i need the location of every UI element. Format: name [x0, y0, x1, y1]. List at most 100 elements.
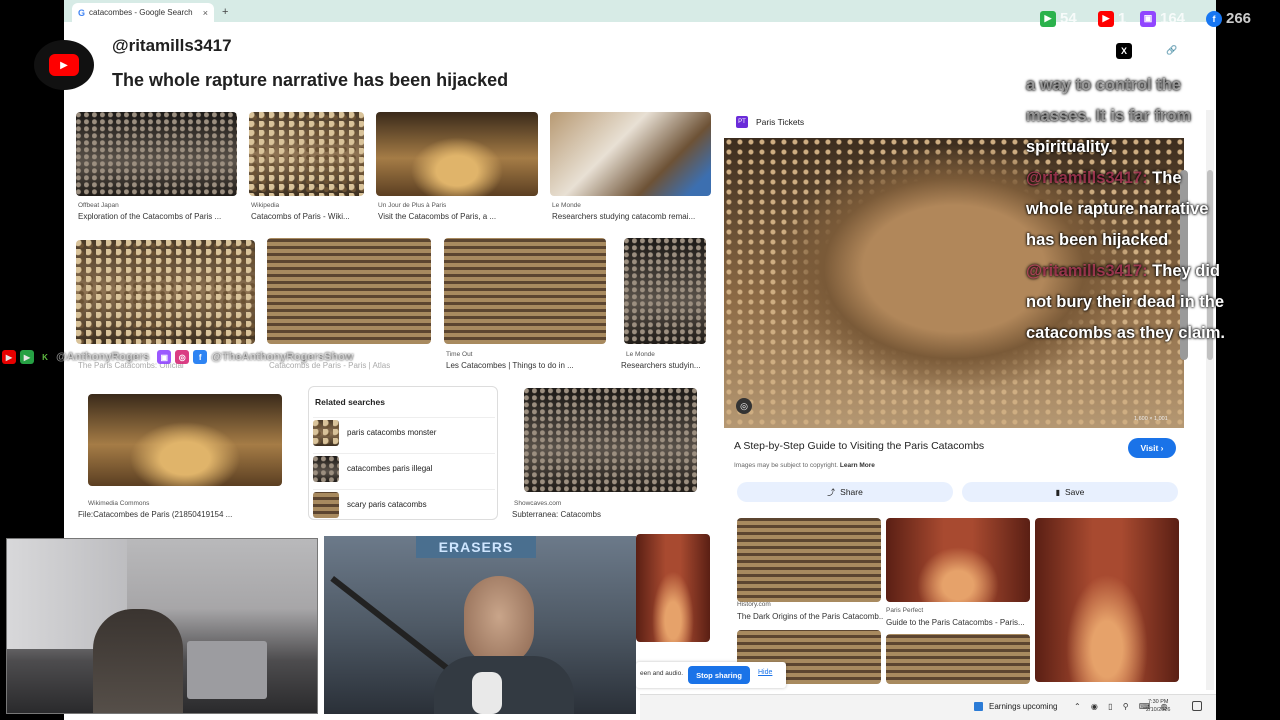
hide-button[interactable]: Hide — [758, 669, 772, 676]
result-image[interactable] — [76, 240, 255, 344]
related-thumb — [313, 491, 339, 518]
clock-time: 7:30 PM — [1147, 699, 1169, 705]
laptop-icon — [187, 641, 267, 699]
related-image[interactable] — [1035, 518, 1179, 682]
result-image[interactable] — [249, 112, 364, 196]
rumble-icon: ▶ — [1040, 10, 1056, 27]
handle-anthony: @AnthonyRogers — [56, 351, 150, 363]
related-item[interactable]: catacombes paris illegal — [313, 453, 495, 483]
related-heading: Related searches — [315, 397, 385, 407]
tab-google-search[interactable]: G catacombes - Google Search × — [72, 3, 214, 22]
stocks-icon — [974, 702, 983, 711]
panel-site-name[interactable]: Paris Tickets — [756, 117, 804, 127]
result-source: Le Monde — [626, 351, 655, 358]
result-title[interactable]: Researchers studyin... — [621, 361, 709, 370]
facebook-icon: f — [1206, 10, 1222, 27]
twitch-icon: ▣ — [157, 350, 172, 364]
related-image[interactable] — [886, 518, 1030, 602]
copyright-text: Images may be subject to copyright. — [734, 462, 839, 469]
webcam-host: ERASERS — [324, 536, 636, 714]
clock-date: 2/10/2026 — [1146, 707, 1171, 713]
youtube-value: 1 — [1118, 10, 1127, 27]
stop-sharing-button[interactable]: Stop sharing — [688, 666, 750, 684]
link-count: 🔗 0 — [1164, 42, 1192, 59]
taskbar: Earnings upcoming ⌃ ◉ ▯ ⚲ ⌨ ◍ 7:30 PM 2/… — [640, 694, 1216, 720]
chat-line: whole rapture narrative — [1026, 200, 1209, 218]
related-title[interactable]: The Dark Origins of the Paris Catacomb..… — [737, 612, 883, 621]
result-image[interactable] — [524, 388, 697, 492]
share-button[interactable]: ⤴ Share — [737, 482, 953, 502]
result-image[interactable] — [267, 238, 431, 344]
rumble-value: 54 — [1060, 10, 1077, 27]
chat-text: They did — [1152, 262, 1221, 280]
related-image[interactable] — [886, 634, 1030, 684]
panel-title[interactable]: A Step-by-Step Guide to Visiting the Par… — [734, 440, 984, 452]
related-item[interactable]: paris catacombs monster — [313, 417, 495, 447]
mic-arm — [330, 576, 453, 674]
result-title[interactable]: Visit the Catacombs of Paris, a ... — [378, 212, 538, 221]
comment-text: The whole rapture narrative has been hij… — [112, 70, 509, 90]
rumble-icon: ▶ — [20, 350, 34, 364]
panel-header: PT Paris Tickets — [736, 116, 804, 128]
result-title[interactable]: Catacombs of Paris - Wiki... — [251, 212, 366, 221]
image-dimensions: 1,600 × 1,001 — [1134, 416, 1168, 422]
related-item[interactable]: scary paris catacombs — [313, 489, 495, 519]
learn-more-link[interactable]: Learn More — [840, 462, 875, 469]
webcam-guest — [6, 538, 318, 714]
related-label: scary paris catacombs — [347, 500, 427, 509]
earnings-widget[interactable]: Earnings upcoming — [974, 702, 1057, 711]
screen-share-bar: een and audio. Stop sharing Hide — [636, 662, 786, 688]
youtube-icon: ▶ — [1098, 10, 1114, 27]
comment-handle: @ritamills3417 — [112, 36, 232, 55]
chat-message: @ritamills3417: The — [1026, 163, 1276, 194]
related-label: paris catacombs monster — [347, 428, 437, 437]
comment-banner: @ritamills3417 The whole rapture narrati… — [64, 22, 724, 110]
result-image[interactable] — [444, 238, 606, 344]
chat-username: @ritamills3417: — [1026, 262, 1148, 280]
result-image[interactable] — [636, 534, 710, 642]
notification-icon[interactable] — [1192, 701, 1202, 711]
clock[interactable]: 7:30 PM 2/10/2026 — [1146, 698, 1170, 714]
guest-person — [93, 609, 183, 713]
result-source: Le Monde — [552, 202, 581, 209]
result-image[interactable] — [88, 394, 282, 486]
result-source: Wikimedia Commons — [88, 500, 150, 507]
kick-icon: K — [42, 352, 48, 362]
google-icon: G — [78, 7, 86, 18]
result-title[interactable]: File:Catacombes de Paris (21850419154 ..… — [78, 510, 288, 519]
site-logo-icon: PT — [736, 116, 748, 128]
chat-line: has been hijacked — [1026, 231, 1169, 249]
earnings-label: Earnings upcoming — [989, 702, 1058, 711]
host-head — [464, 576, 534, 666]
result-source: Wikipedia — [251, 202, 280, 209]
result-image[interactable] — [624, 238, 706, 344]
erasers-sign: ERASERS — [416, 536, 536, 558]
close-tab-icon[interactable]: × — [203, 8, 208, 18]
result-source: Offbeat Japan — [78, 202, 119, 209]
twitch-icon: ▣ — [1140, 10, 1156, 27]
chevron-right-icon: › — [1158, 443, 1164, 453]
related-image[interactable] — [737, 518, 881, 602]
facebook-count: f 266 — [1206, 10, 1251, 27]
result-image[interactable] — [76, 112, 237, 196]
share-status-text: een and audio. — [640, 670, 684, 677]
visit-label: Visit — [1140, 443, 1159, 453]
save-label: Save — [1065, 487, 1085, 497]
related-title[interactable]: Guide to the Paris Catacombs - Paris... — [886, 618, 1032, 627]
result-title[interactable]: Researchers studying catacomb remai... — [552, 212, 712, 221]
visit-button[interactable]: Visit › — [1128, 438, 1176, 458]
new-tab-button[interactable]: + — [222, 6, 228, 18]
lens-icon[interactable]: ◎ — [736, 398, 752, 414]
result-title[interactable]: Les Catacombes | Things to do in ... — [446, 361, 606, 370]
result-source: Time Out — [446, 351, 473, 358]
x-icon: X — [1116, 42, 1132, 59]
youtube-icon: ▶ — [2, 350, 16, 364]
result-title[interactable]: Exploration of the Catacombs of Paris ..… — [78, 212, 238, 221]
result-source: Showcaves.com — [514, 500, 562, 507]
save-button[interactable]: ▮ Save — [962, 482, 1178, 502]
copyright-note: Images may be subject to copyright. Lear… — [734, 462, 875, 469]
result-image[interactable] — [550, 112, 711, 196]
result-image[interactable] — [376, 112, 538, 196]
result-title[interactable]: Subterranea: Catacombs — [512, 510, 692, 519]
twitch-value: 164 — [1160, 10, 1186, 27]
